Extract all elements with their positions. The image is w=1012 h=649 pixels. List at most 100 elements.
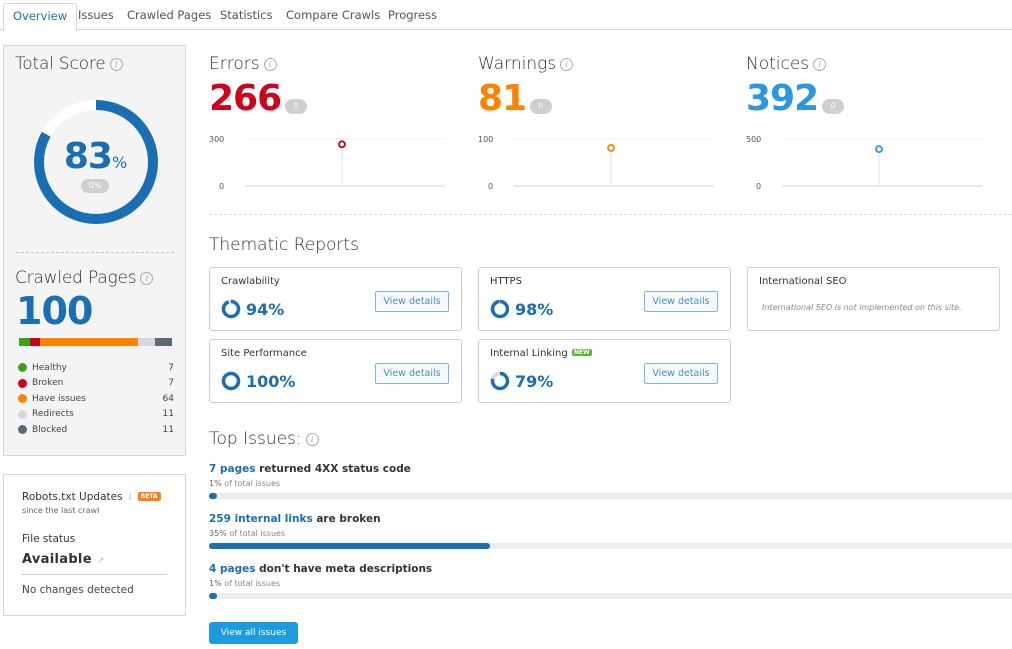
card-note: International SEO is not implemented on … (762, 303, 962, 312)
warnings-metric: Warnings i 81 0 100 0 (478, 54, 718, 194)
notices-count[interactable]: 392 (746, 78, 819, 119)
tab-progress[interactable]: Progress (379, 3, 446, 30)
ring-arc (490, 299, 510, 319)
card-score: 79% (490, 371, 553, 391)
legend-dot-icon (18, 378, 27, 388)
legend-item[interactable]: Have issues 64 (18, 391, 174, 407)
crawled-pages-count[interactable]: 100 (16, 289, 93, 333)
legend-dot-icon (18, 425, 27, 435)
issue-percent: 35% (209, 529, 227, 538)
legend-value: 7 (168, 362, 174, 373)
warnings-count[interactable]: 81 (478, 78, 527, 119)
view-details-button[interactable]: View details (375, 363, 449, 384)
info-icon[interactable]: i (109, 58, 123, 71)
warnings-change-badge: 0 (530, 99, 552, 114)
view-all-issues-button[interactable]: View all issues (209, 622, 298, 644)
file-status-value: Available ↗ (22, 552, 105, 567)
legend-value: 7 (168, 378, 174, 389)
tab-issues[interactable]: Issues (69, 3, 123, 30)
issue-item: 4 pages don't have meta descriptions 1% … (209, 563, 1012, 599)
info-icon[interactable]: i (305, 433, 319, 446)
card-title: Crawlability (221, 276, 280, 287)
thematic-card-crawlability: Crawlability 94% View details (209, 267, 462, 331)
score-ring-icon (221, 299, 241, 319)
file-status-label: File status (22, 533, 76, 545)
notices-metric: Notices i 392 0 500 0 (746, 54, 986, 194)
view-details-button[interactable]: View details (644, 363, 718, 384)
issue-share: 35% of total issues (209, 529, 1012, 538)
info-icon[interactable]: i (813, 58, 827, 71)
score-ring-icon (221, 371, 241, 391)
data-point (875, 145, 883, 154)
card-title-text: Internal Linking (490, 348, 568, 359)
tab-overview[interactable]: Overview (3, 3, 78, 31)
card-title: HTTPS (490, 276, 522, 287)
warnings-label: Warnings (478, 54, 557, 74)
notices-title: Notices i (746, 54, 827, 74)
robots-subtitle: since the last crawl (22, 506, 100, 515)
legend-dot-icon (18, 363, 27, 373)
tab-statistics[interactable]: Statistics (211, 3, 282, 30)
legend-item[interactable]: Redirects 11 (18, 407, 174, 423)
card-score: 98% (490, 299, 553, 319)
y-tick-label: 300 (209, 135, 224, 144)
notices-sparkline: 500 0 (746, 135, 982, 191)
issue-link[interactable]: 4 pages (209, 563, 255, 575)
thematic-card-internal-linking: Internal Linking NEW 79% View details (478, 339, 731, 403)
issue-progress-fill (209, 593, 218, 599)
y-tick-label: 100 (478, 135, 493, 144)
legend-item[interactable]: Broken 7 (18, 376, 174, 392)
issue-text: returned 4XX status code (255, 463, 411, 475)
card-score-value: 79% (515, 371, 554, 391)
score-percent: % (111, 153, 128, 172)
ring-arc (221, 299, 241, 319)
y-tick-label: 0 (756, 182, 761, 191)
legend-dot-icon (18, 394, 27, 404)
bar-segment-healthy (19, 338, 30, 346)
tab-compare-crawls[interactable]: Compare Crawls (277, 3, 389, 30)
card-title: Site Performance (221, 348, 307, 359)
issue-share-suffix: of total issues (221, 479, 281, 488)
file-status-text: Available (22, 552, 92, 567)
issue-share: 1% of total issues (209, 579, 1012, 588)
info-icon[interactable]: i (129, 492, 132, 503)
legend-item[interactable]: Blocked 11 (18, 422, 174, 438)
thematic-card-international-seo: International SEO International SEO is n… (747, 267, 1000, 331)
errors-count[interactable]: 266 (209, 78, 282, 119)
legend-value: 11 (162, 424, 174, 435)
view-details-button[interactable]: View details (644, 291, 718, 312)
issue-title: 259 internal links are broken (209, 513, 1012, 525)
legend-label: Have issues (32, 393, 86, 404)
robots-card: Robots.txt Updates i BETA since the last c… (3, 474, 186, 616)
card-score-value: 94% (246, 299, 285, 319)
score-panel: Total Score i 83% 0% Crawled Pages i 100 H… (3, 45, 186, 456)
robots-title-text: Robots.txt Updates (22, 491, 123, 503)
issue-title: 7 pages returned 4XX status code (209, 463, 1012, 475)
score-ring-icon (490, 371, 510, 391)
thematic-reports-title: Thematic Reports (209, 235, 359, 255)
issue-share: 1% of total issues (209, 479, 1012, 488)
info-icon[interactable]: i (263, 58, 277, 71)
card-title: International SEO (759, 276, 847, 287)
card-score-value: 98% (515, 299, 554, 319)
card-score: 94% (221, 299, 284, 319)
tab-bar: Overview Issues Crawled Pages Statistics… (0, 0, 1012, 31)
beta-badge: BETA (137, 492, 161, 501)
issue-link[interactable]: 7 pages (209, 463, 255, 475)
info-icon[interactable]: i (560, 58, 574, 71)
issue-item: 259 internal links are broken 35% of tot… (209, 513, 1012, 549)
issue-link[interactable]: 259 internal links (209, 513, 313, 525)
issue-progress-fill (209, 493, 218, 499)
crawled-pages-label: Crawled Pages (15, 268, 137, 288)
tab-crawled-pages[interactable]: Crawled Pages (118, 3, 220, 30)
score-ring-icon (490, 299, 510, 319)
external-link-icon[interactable]: ↗ (97, 556, 105, 566)
view-details-button[interactable]: View details (375, 291, 449, 312)
card-score: 100% (221, 371, 295, 391)
new-badge: NEW (571, 349, 592, 356)
legend-item[interactable]: Healthy 7 (18, 360, 174, 376)
info-icon[interactable]: i (140, 272, 154, 285)
divider (22, 574, 167, 575)
legend-label: Healthy (32, 362, 67, 373)
issue-text: are broken (312, 513, 381, 525)
